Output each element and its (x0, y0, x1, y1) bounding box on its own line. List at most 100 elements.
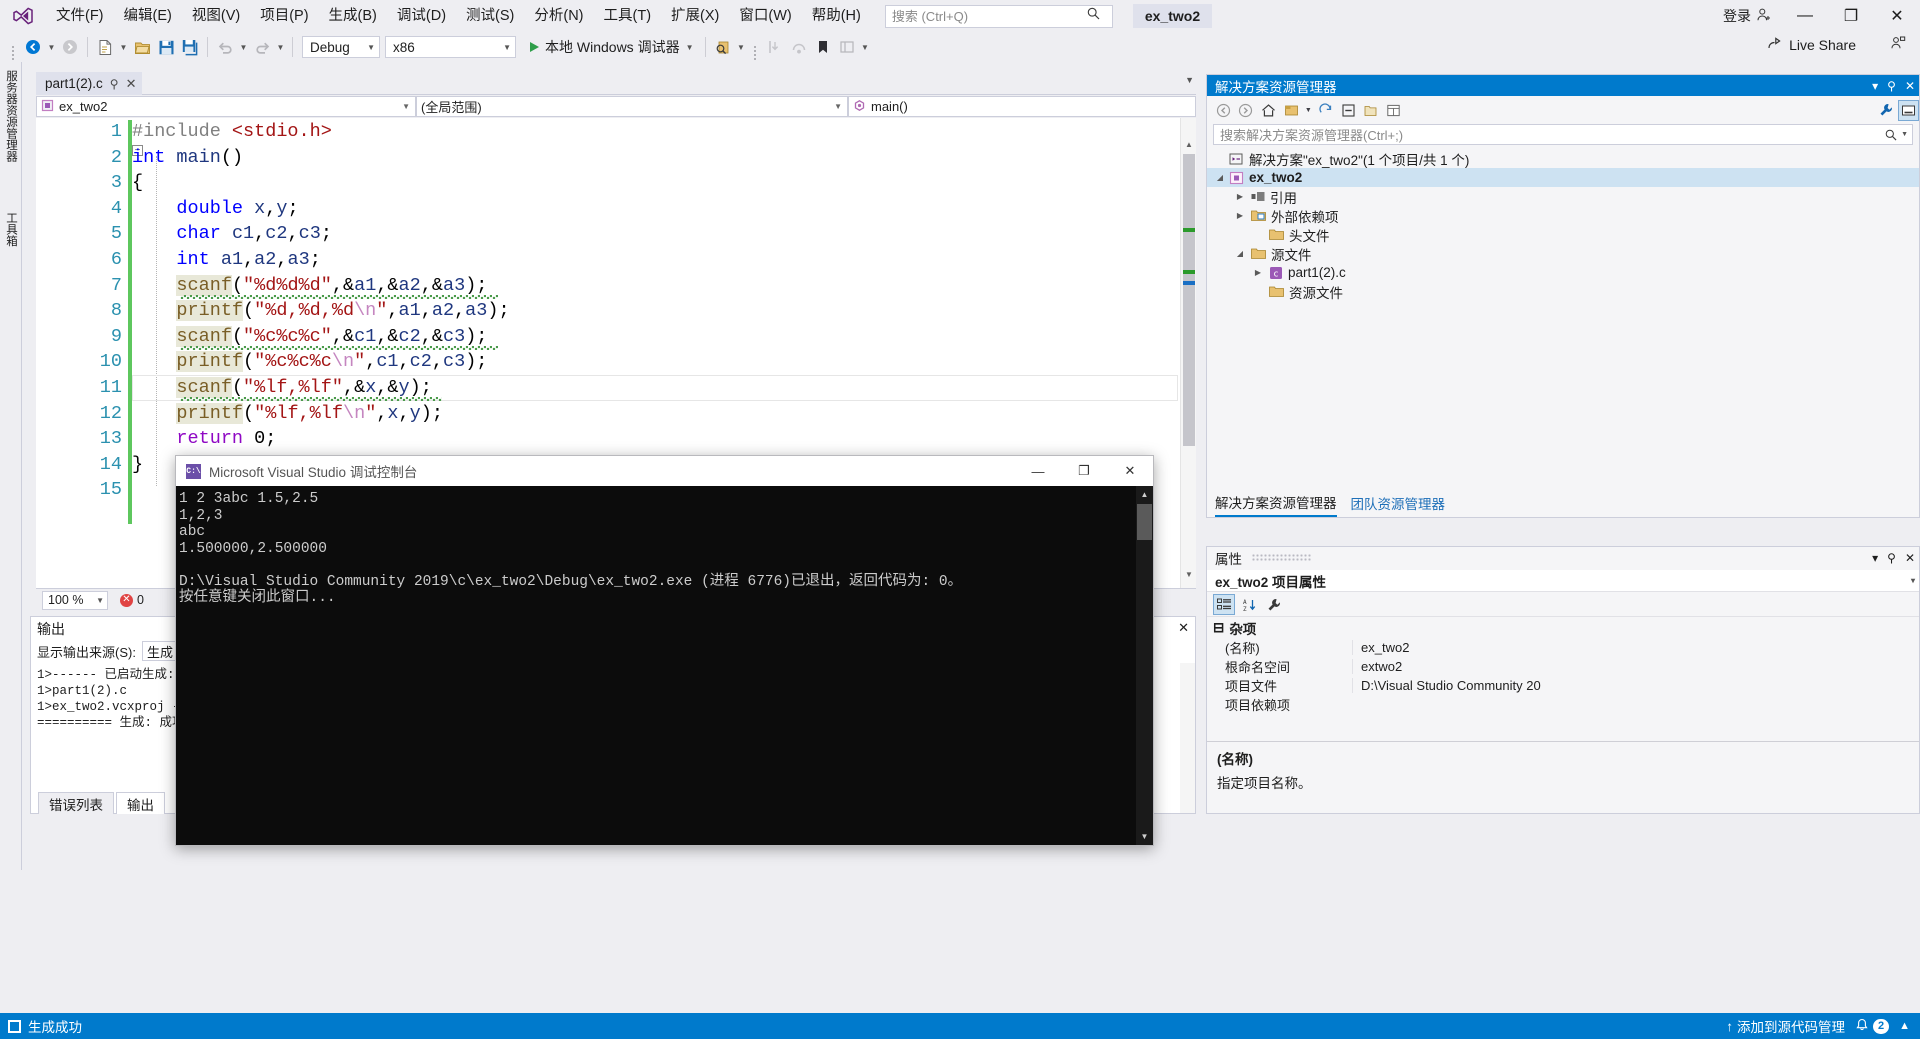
save-all-icon[interactable] (178, 35, 202, 59)
properties-object-combo[interactable]: ex_two2 项目属性 ▾ (1207, 570, 1919, 592)
tree-row-references[interactable]: ▶ 引用 (1207, 187, 1919, 206)
collection-icon[interactable] (1281, 100, 1302, 121)
undo-icon[interactable] (213, 35, 237, 59)
console-minimize-button[interactable]: — (1015, 456, 1061, 486)
toolbar-grip-1[interactable] (10, 37, 17, 57)
panel-dropdown-icon[interactable]: ▾ (1872, 79, 1878, 93)
find-in-files-icon[interactable] (711, 35, 735, 59)
solution-explorer-tree[interactable]: 解决方案"ex_two2"(1 个项目/共 1 个) ◢ ex_two2 ▶ 引… (1207, 149, 1919, 483)
sign-in-button[interactable]: 登录 (1713, 6, 1782, 26)
twisty-collapsed-icon[interactable]: ▶ (1233, 211, 1247, 220)
property-row[interactable]: 项目文件 D:\Visual Studio Community 20 (1207, 676, 1919, 695)
refresh-icon[interactable] (1315, 100, 1336, 121)
sidebar-tab-toolbox[interactable]: 工具箱 (2, 212, 20, 247)
menu-tools[interactable]: 工具(T) (594, 0, 662, 32)
nav-project-combo[interactable]: ex_two2 ▼ (36, 96, 416, 117)
editor-zoom-combo[interactable]: 100 % ▼ (42, 590, 108, 610)
navigate-backward-icon[interactable] (21, 35, 45, 59)
console-output-area[interactable]: 1 2 3abc 1.5,2.5 1,2,3 abc 1.500000,2.50… (176, 486, 1153, 845)
new-project-dropdown[interactable]: ▼ (117, 35, 130, 59)
show-all-files-icon[interactable] (1360, 100, 1381, 121)
maximize-button[interactable]: ❐ (1828, 0, 1874, 32)
nav-scope-combo[interactable]: (全局范围) ▼ (416, 96, 848, 117)
property-value[interactable]: D:\Visual Studio Community 20 (1352, 678, 1919, 693)
add-to-source-control-button[interactable]: ↑ 添加到源代码管理 (1726, 1016, 1845, 1036)
live-share-button[interactable]: Live Share (1767, 35, 1906, 54)
menu-view[interactable]: 视图(V) (182, 0, 250, 32)
menu-build[interactable]: 生成(B) (319, 0, 387, 32)
tab-output[interactable]: 输出 (116, 792, 165, 814)
pin-icon[interactable]: ⚲ (110, 77, 119, 91)
twisty-collapsed-icon[interactable]: ▶ (1233, 192, 1247, 201)
property-pages-icon[interactable] (1263, 594, 1285, 615)
notifications-button[interactable]: 2 (1855, 1018, 1890, 1035)
collapse-all-icon[interactable] (1338, 100, 1359, 121)
menu-window[interactable]: 窗口(W) (729, 0, 801, 32)
wrench-icon[interactable] (1876, 100, 1897, 121)
property-value[interactable]: extwo2 (1352, 659, 1919, 674)
tree-row-part1-c[interactable]: ▶ c part1(2).c (1207, 263, 1919, 282)
scroll-down-arrow[interactable]: ▼ (1181, 566, 1196, 582)
document-tab-part1[interactable]: part1(2).c ⚲ ✕ (36, 72, 143, 95)
step-into-icon[interactable] (763, 35, 787, 59)
redo-icon[interactable] (250, 35, 274, 59)
console-scroll-thumb[interactable] (1137, 504, 1152, 540)
close-icon[interactable]: ✕ (126, 76, 137, 92)
property-row[interactable]: 根命名空间 extwo2 (1207, 657, 1919, 676)
minimize-button[interactable]: — (1782, 0, 1828, 32)
tree-row-resource-files[interactable]: 资源文件 (1207, 282, 1919, 301)
save-icon[interactable] (154, 35, 178, 59)
back-icon[interactable] (1213, 100, 1234, 121)
close-button[interactable]: ✕ (1874, 0, 1920, 32)
undo-dropdown[interactable]: ▼ (237, 35, 250, 59)
solution-platform-combo[interactable]: x86 ▼ (385, 36, 516, 58)
solution-explorer-search[interactable]: 搜索解决方案资源管理器(Ctrl+;) ▼ (1213, 124, 1913, 145)
navigate-forward-icon[interactable] (58, 35, 82, 59)
console-maximize-button[interactable]: ❐ (1061, 456, 1107, 486)
console-close-button[interactable]: ✕ (1107, 456, 1153, 486)
editor-vertical-scrollbar[interactable]: ▲ ▼ (1180, 118, 1196, 588)
preview-selected-icon[interactable] (1898, 99, 1919, 121)
property-value[interactable]: ex_two2 (1352, 640, 1919, 655)
collection-dropdown-icon[interactable]: ▼ (1303, 100, 1313, 121)
bookmark-icon[interactable] (811, 35, 835, 59)
quick-search-box[interactable] (884, 4, 1113, 28)
twisty-expanded-icon[interactable]: ◢ (1213, 173, 1227, 182)
menu-extensions[interactable]: 扩展(X) (661, 0, 729, 32)
close-icon[interactable]: ✕ (1905, 79, 1915, 93)
step-over-icon[interactable] (787, 35, 811, 59)
status-expand-icon[interactable]: ▲ (1899, 1020, 1910, 1032)
tree-row-external-dependencies[interactable]: ▶ 外部依赖项 (1207, 206, 1919, 225)
twisty-collapsed-icon[interactable]: ▶ (1251, 268, 1265, 277)
menu-test[interactable]: 测试(S) (456, 0, 524, 32)
find-dropdown[interactable]: ▼ (735, 35, 748, 59)
navigate-backward-dropdown[interactable]: ▼ (45, 35, 58, 59)
console-scroll-up-arrow[interactable]: ▲ (1136, 486, 1153, 503)
solution-configuration-combo[interactable]: Debug ▼ (302, 36, 380, 58)
debug-console-window[interactable]: C:\ Microsoft Visual Studio 调试控制台 — ❐ ✕ … (175, 455, 1154, 846)
toolbar-grip-2[interactable] (752, 37, 759, 57)
sidebar-tab-server-explorer[interactable]: 服务器资源管理器 (2, 70, 20, 162)
tree-row-solution[interactable]: 解决方案"ex_two2"(1 个项目/共 1 个) (1207, 149, 1919, 168)
home-icon[interactable] (1258, 100, 1279, 121)
menu-file[interactable]: 文件(F) (46, 0, 114, 32)
twisty-expanded-icon[interactable]: ◢ (1233, 249, 1247, 258)
new-project-icon[interactable] (93, 35, 117, 59)
start-debugging-button[interactable]: 本地 Windows 调试器 ▼ (524, 35, 700, 59)
property-row[interactable]: 项目依赖项 (1207, 695, 1919, 714)
menu-analyze[interactable]: 分析(N) (524, 0, 593, 32)
property-row[interactable]: (名称) ex_two2 (1207, 638, 1919, 657)
menu-debug[interactable]: 调试(D) (387, 0, 456, 32)
scroll-up-arrow[interactable]: ▲ (1181, 136, 1196, 152)
close-icon[interactable]: ✕ (1905, 551, 1915, 565)
tab-solution-explorer[interactable]: 解决方案资源管理器 (1215, 492, 1337, 517)
alphabetical-sort-icon[interactable]: AZ (1238, 594, 1260, 615)
pin-icon[interactable]: ⚲ (1887, 79, 1896, 93)
tree-row-header-files[interactable]: 头文件 (1207, 225, 1919, 244)
toolbar-overflow-chevron[interactable]: ▼ (859, 35, 872, 59)
properties-grid[interactable]: ⊟ 杂项 (名称) ex_two2 根命名空间 extwo2 项目文件 D:\V… (1207, 618, 1919, 738)
tab-error-list[interactable]: 错误列表 (38, 792, 114, 814)
pin-icon[interactable]: ⚲ (1887, 551, 1896, 565)
toggle-panel-icon[interactable] (835, 35, 859, 59)
expand-toggle-icon[interactable]: ⊟ (1213, 620, 1224, 636)
